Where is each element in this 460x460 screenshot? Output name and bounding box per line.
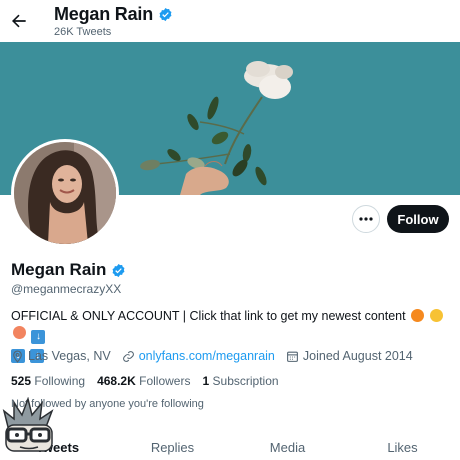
- more-icon: [359, 217, 373, 221]
- profile-meta: Las Vegas, NV onlyfans.com/meganrain Joi…: [11, 349, 424, 363]
- follow-button[interactable]: Follow: [387, 205, 449, 233]
- profile-link[interactable]: onlyfans.com/meganrain: [122, 349, 275, 363]
- calendar-icon: [286, 351, 298, 362]
- subscription-stat[interactable]: 1 Subscription: [202, 374, 278, 388]
- tab-replies[interactable]: Replies: [115, 432, 230, 460]
- header-name: Megan Rain: [54, 4, 173, 25]
- peach-emoji-icon: [13, 326, 26, 339]
- wink-emoji-icon: [429, 309, 443, 322]
- tweet-count: 26K Tweets: [54, 26, 112, 38]
- profile-tabs: Tweets Replies Media Likes: [0, 432, 460, 460]
- profile-display-name: Megan Rain: [11, 260, 126, 280]
- followers-stat[interactable]: 468.2K Followers: [97, 374, 190, 388]
- bio-text: OFFICIAL & ONLY ACCOUNT | Click that lin…: [11, 309, 406, 323]
- more-options-button[interactable]: [352, 205, 380, 233]
- down-arrow-emoji-icon: ↓: [31, 330, 46, 344]
- profile-avatar[interactable]: [11, 139, 119, 247]
- top-bar: Megan Rain 26K Tweets: [0, 0, 460, 42]
- mascot-logo-icon: [2, 397, 54, 452]
- fire-emoji-icon: [411, 309, 425, 322]
- avatar-photo: [14, 142, 116, 244]
- location: Las Vegas, NV: [11, 349, 111, 363]
- back-arrow-icon[interactable]: [9, 11, 29, 31]
- tab-likes[interactable]: Likes: [345, 432, 460, 460]
- verified-badge-icon: [159, 7, 172, 22]
- profile-link-text[interactable]: onlyfans.com/meganrain: [139, 349, 275, 363]
- tab-media[interactable]: Media: [230, 432, 345, 460]
- profile-stats: 525 Following 468.2K Followers 1 Subscri…: [11, 374, 279, 388]
- profile-handle: @meganmecrazyXX: [11, 282, 122, 296]
- following-stat[interactable]: 525 Following: [11, 374, 85, 388]
- link-icon: [122, 350, 134, 362]
- verified-badge-icon: [112, 263, 125, 277]
- location-pin-icon: [13, 350, 22, 363]
- joined-date: Joined August 2014: [286, 349, 413, 363]
